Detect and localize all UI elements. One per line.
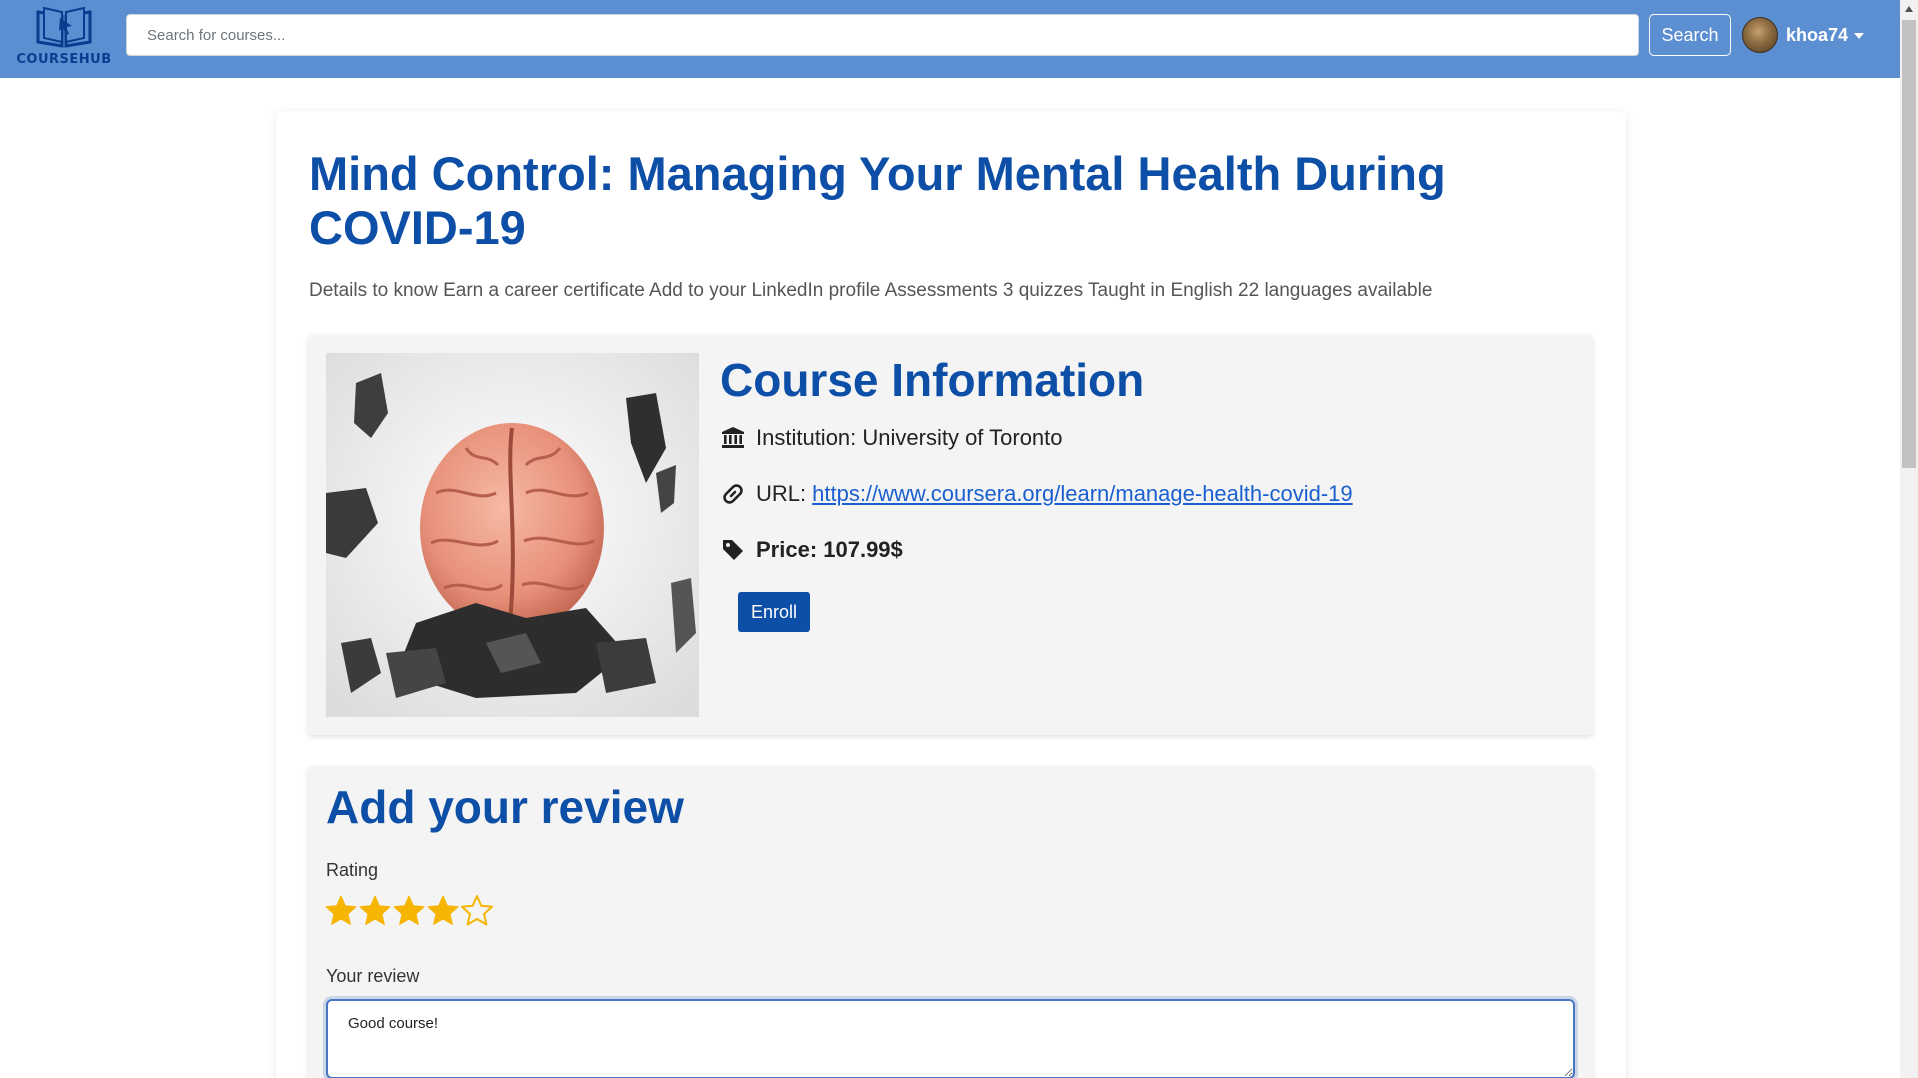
review-label: Your review [326, 966, 420, 986]
logo[interactable]: COURSEHUB [14, 6, 114, 72]
star-filled-icon[interactable] [324, 894, 358, 928]
bank-icon [720, 425, 746, 451]
course-card: Mind Control: Managing Your Mental Healt… [276, 111, 1626, 1078]
course-info-panel: Course Information Institution: Universi… [308, 335, 1593, 735]
course-url-link[interactable]: https://www.coursera.org/learn/manage-he… [812, 481, 1353, 507]
review-textarea[interactable]: Good course! [326, 999, 1575, 1078]
course-image [326, 353, 699, 717]
rating-label: Rating [326, 860, 379, 880]
user-menu[interactable]: khoa74 [1742, 16, 1865, 54]
caret-down-icon[interactable] [1854, 33, 1865, 39]
brand-name: COURSEHUB [16, 52, 112, 67]
tag-icon [720, 537, 746, 563]
star-filled-icon[interactable] [426, 894, 460, 928]
open-book-cursor-icon [36, 6, 92, 48]
search-input[interactable] [126, 14, 1639, 56]
review-heading: Add your review [326, 781, 684, 833]
url-row: URL: https://www.coursera.org/learn/mana… [720, 481, 1353, 507]
institution-text: Institution: University of Toronto [756, 425, 1063, 450]
navbar: COURSEHUB Search khoa74 [0, 0, 1900, 78]
price-row: Price: 107.99$ [720, 537, 903, 563]
username[interactable]: khoa74 [1786, 25, 1848, 46]
star-filled-icon[interactable] [358, 894, 392, 928]
institution-row: Institution: University of Toronto [720, 425, 1063, 451]
link-icon [720, 481, 746, 507]
scrollbar[interactable] [1900, 0, 1918, 1078]
scroll-up-arrow-icon[interactable] [1905, 6, 1913, 12]
review-panel: Add your review Rating Your review Good … [308, 766, 1593, 1078]
avatar[interactable] [1742, 17, 1778, 53]
scroll-thumb[interactable] [1902, 20, 1916, 468]
page: COURSEHUB Search khoa74 Mind Control: Ma… [0, 0, 1918, 1078]
enroll-button[interactable]: Enroll [738, 592, 810, 632]
search-button[interactable]: Search [1649, 14, 1731, 56]
course-info-heading: Course Information [720, 354, 1145, 406]
star-outline-icon[interactable] [460, 894, 494, 928]
course-description: Details to know Earn a career certificat… [309, 280, 1433, 301]
price-text: Price: 107.99$ [756, 537, 903, 562]
star-filled-icon[interactable] [392, 894, 426, 928]
url-label: URL: [756, 481, 807, 506]
course-title: Mind Control: Managing Your Mental Healt… [309, 147, 1446, 254]
star-rating[interactable] [324, 894, 494, 928]
brain-illustration [326, 353, 699, 717]
